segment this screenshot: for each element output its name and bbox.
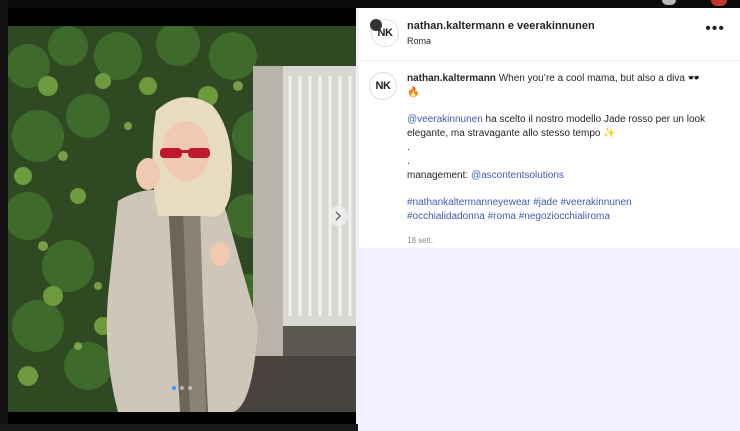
carousel-dot — [172, 386, 176, 390]
carousel-indicator — [8, 386, 356, 390]
next-photo-button[interactable] — [328, 206, 348, 226]
post-header: NK nathan.kaltermann e veerakinnunen Rom… — [359, 8, 740, 61]
photo-illustration — [8, 26, 356, 412]
mention-link[interactable]: @veerakinnunen — [407, 114, 483, 125]
hashtags-line[interactable]: #nathankaltermanneyewear #jade #veerakin… — [407, 196, 707, 210]
caption-author-avatar[interactable]: NK — [369, 72, 397, 100]
post-details-panel: NK nathan.kaltermann e veerakinnunen Rom… — [358, 8, 740, 248]
post-timestamp: 18 sett. — [407, 236, 434, 245]
caption-intro: When you’re a cool mama, but also a diva… — [498, 73, 701, 84]
ellipsis-icon: ••• — [705, 20, 725, 37]
backdrop-bottom — [0, 424, 358, 431]
management-mention-link[interactable]: @ascontentsolutions — [471, 170, 564, 181]
caption-dot: . — [407, 156, 410, 167]
chevron-right-icon — [335, 211, 342, 221]
caption-dot: . — [407, 142, 410, 153]
avatar-initials: NK — [377, 27, 393, 39]
avatar-initials: NK — [375, 80, 391, 92]
carousel-dot — [188, 386, 192, 390]
post-location[interactable]: Roma — [407, 36, 431, 46]
more-options-button[interactable]: ••• — [705, 21, 725, 37]
sparkle-emoji: ✨ — [603, 128, 616, 139]
backdrop-left — [0, 0, 8, 431]
fire-emoji: 🔥 — [407, 87, 420, 98]
post-media — [8, 8, 356, 424]
management-label: management: — [407, 170, 469, 181]
author-avatar[interactable]: NK — [370, 19, 399, 47]
post-accounts[interactable]: nathan.kaltermann e veerakinnunen — [407, 20, 595, 32]
post-caption: nathan.kaltermann When you’re a cool mam… — [407, 72, 707, 248]
backdrop-top — [0, 0, 740, 8]
post-photo — [8, 26, 356, 412]
carousel-dot — [180, 386, 184, 390]
caption-author[interactable]: nathan.kaltermann — [407, 73, 496, 84]
hashtags-line[interactable]: #occhialidadonna #roma #negoziocchialiro… — [407, 210, 707, 224]
